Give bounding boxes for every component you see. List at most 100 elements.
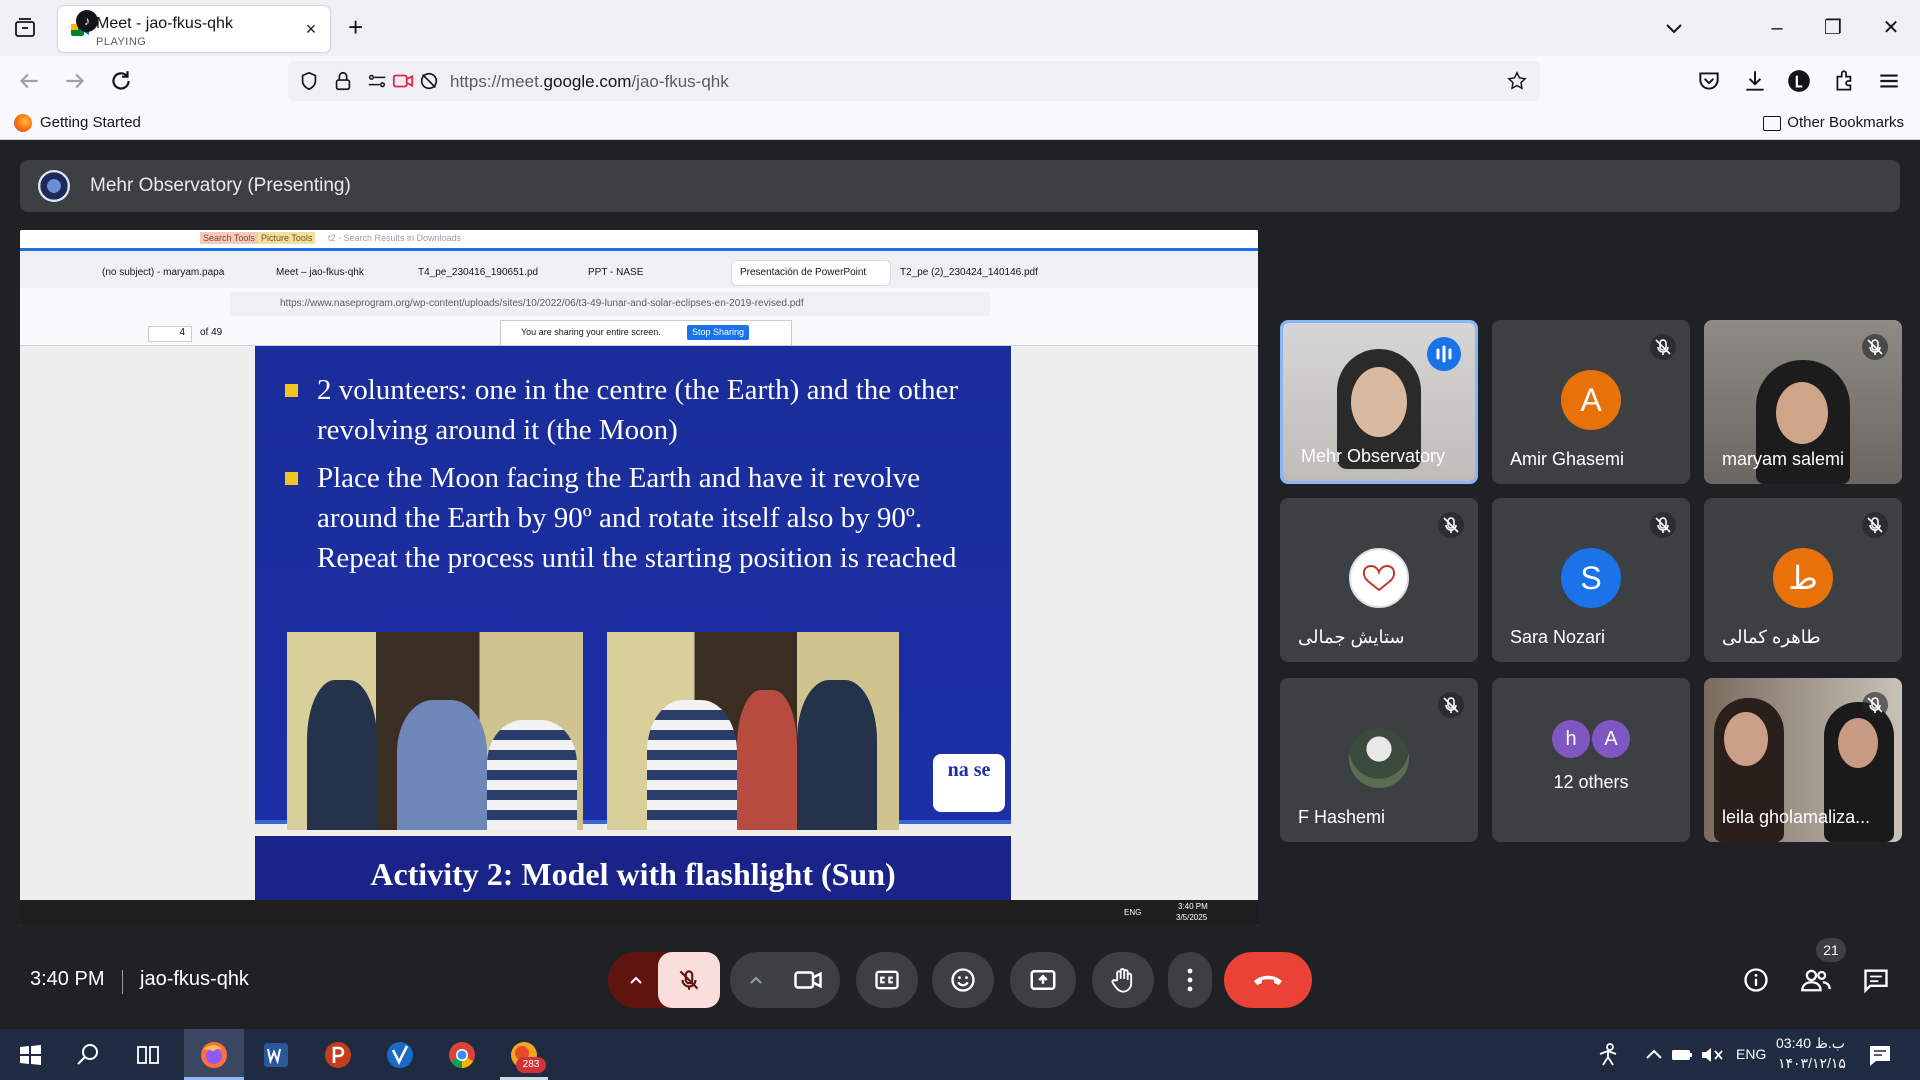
participant-avatar xyxy=(1349,548,1409,608)
slide-photo-1 xyxy=(287,632,583,830)
participant-count-badge: 21 xyxy=(1816,938,1846,962)
mic-off-icon xyxy=(1862,334,1888,360)
slide-page: 2 volunteers: one in the centre (the Ear… xyxy=(255,346,1011,830)
windows-start-icon[interactable] xyxy=(12,1037,48,1073)
star-bookmark-icon[interactable] xyxy=(1506,70,1528,92)
raise-hand-button[interactable] xyxy=(1092,952,1154,1008)
task-view-icon[interactable] xyxy=(130,1037,166,1073)
participant-tile[interactable]: A Amir Ghasemi xyxy=(1492,320,1690,484)
reload-icon[interactable] xyxy=(108,68,134,94)
pocket-icon[interactable] xyxy=(1696,68,1722,94)
clock-time[interactable]: 03:40 ب.ظ xyxy=(1776,1035,1845,1052)
participant-tile[interactable]: S Sara Nozari xyxy=(1492,498,1690,662)
sharing-notice: You are sharing your entire screen. Stop… xyxy=(500,320,792,346)
bookmark-getting-started[interactable]: Getting Started xyxy=(14,114,141,132)
bookmarks-toolbar: Getting Started Other Bookmarks xyxy=(0,106,1920,140)
hang-up-icon xyxy=(1254,975,1282,985)
camera-sharing-icon[interactable] xyxy=(392,70,414,92)
present-button[interactable] xyxy=(1010,952,1076,1008)
mic-off-icon xyxy=(1650,334,1676,360)
permissions-icon[interactable] xyxy=(366,70,388,92)
mic-toggle-button[interactable] xyxy=(658,952,720,1008)
tab-meet[interactable]: ♪ Meet - jao-fkus-qhk PLAYING × xyxy=(58,6,330,52)
chat-icon[interactable] xyxy=(1862,966,1890,994)
autoplay-blocked-icon[interactable] xyxy=(418,70,440,92)
audio-options-chevron-icon[interactable] xyxy=(626,970,646,990)
search-tools-label: Search Tools xyxy=(200,232,258,244)
participant-tile[interactable]: ستایش جمالی xyxy=(1280,498,1478,662)
shared-tab-strip: (no subject) - maryam.papa Meet – jao-fk… xyxy=(20,248,1258,288)
presenting-title: Mehr Observatory (Presenting) xyxy=(90,175,351,196)
accessibility-icon[interactable] xyxy=(1590,1037,1626,1073)
list-all-tabs-icon[interactable] xyxy=(12,16,38,40)
minimize-icon[interactable]: – xyxy=(1762,14,1792,42)
captions-icon xyxy=(875,970,899,990)
language-indicator[interactable]: ENG xyxy=(1736,1046,1766,1062)
window-close-icon[interactable]: ✕ xyxy=(1876,14,1906,42)
chrome-icon[interactable] xyxy=(444,1037,480,1073)
picture-tools-label: Picture Tools xyxy=(258,232,316,244)
shield-icon[interactable] xyxy=(298,70,320,92)
notifications-icon[interactable] xyxy=(1862,1037,1898,1073)
slide-bullet-1: 2 volunteers: one in the centre (the Ear… xyxy=(285,370,985,450)
video-options-chevron-icon[interactable] xyxy=(746,970,766,990)
vpn-app-icon[interactable] xyxy=(382,1037,418,1073)
more-options-button[interactable] xyxy=(1168,952,1212,1008)
close-icon[interactable]: × xyxy=(302,20,320,38)
hamburger-menu-icon[interactable] xyxy=(1876,68,1902,94)
participant-tile[interactable]: F Hashemi xyxy=(1280,678,1478,842)
mic-off-icon xyxy=(1438,692,1464,718)
mic-off-icon xyxy=(1650,512,1676,538)
speaking-indicator-icon xyxy=(1427,337,1461,371)
info-icon[interactable] xyxy=(1742,966,1770,994)
participant-avatar: ط xyxy=(1773,548,1833,608)
search-icon[interactable] xyxy=(70,1037,106,1073)
leave-call-button[interactable] xyxy=(1224,952,1312,1008)
word-icon[interactable] xyxy=(258,1037,294,1073)
slide-bullet-2: Place the Moon facing the Earth and have… xyxy=(285,458,985,578)
account-icon[interactable] xyxy=(1786,68,1812,94)
tab-subtitle: PLAYING xyxy=(96,36,147,48)
firefox-icon[interactable] xyxy=(196,1037,232,1073)
participant-tile[interactable]: ط طاهره کمالی xyxy=(1704,498,1902,662)
shared-taskbar-lang: ENG xyxy=(1124,908,1142,917)
new-tab-icon[interactable]: + xyxy=(348,14,363,40)
downloads-icon[interactable] xyxy=(1742,68,1768,94)
powerpoint-icon[interactable] xyxy=(320,1037,356,1073)
clock-date[interactable]: ۱۴۰۳/۱۲/۱۵ xyxy=(1778,1055,1846,1072)
speaker-playing-icon[interactable]: ♪ xyxy=(76,10,98,32)
participant-name: Amir Ghasemi xyxy=(1510,449,1625,469)
chevron-down-icon[interactable] xyxy=(1662,16,1686,40)
back-arrow-icon[interactable] xyxy=(16,68,42,94)
lock-icon[interactable] xyxy=(332,70,354,92)
others-avatar: h xyxy=(1552,720,1590,758)
address-bar[interactable]: https://meet.google.com/jao-fkus-qhk xyxy=(288,61,1540,101)
more-vert-icon xyxy=(1187,968,1193,992)
presenting-bar: Mehr Observatory (Presenting) xyxy=(20,160,1900,212)
participant-name: طاهره کمالی xyxy=(1722,627,1821,647)
participant-name: Mehr Observatory xyxy=(1301,446,1446,466)
url-text[interactable]: https://meet.google.com/jao-fkus-qhk xyxy=(450,72,729,92)
reactions-button[interactable] xyxy=(932,952,994,1008)
mic-off-icon xyxy=(1438,512,1464,538)
shared-screen[interactable]: Search Tools Picture Tools t2 - Search R… xyxy=(20,230,1258,926)
participant-tile[interactable]: leila gholamaliza... xyxy=(1704,678,1902,842)
forward-arrow-icon[interactable] xyxy=(62,68,88,94)
meet-stage: Mehr Observatory (Presenting) Search Too… xyxy=(0,140,1920,1029)
volume-muted-icon[interactable] xyxy=(1694,1037,1730,1073)
presenter-avatar xyxy=(38,170,70,202)
people-icon[interactable] xyxy=(1800,966,1832,994)
others-tile[interactable]: h A 12 others xyxy=(1492,678,1690,842)
pdf-page-total: of 49 xyxy=(200,327,223,338)
captions-button[interactable] xyxy=(856,952,918,1008)
navigation-bar: https://meet.google.com/jao-fkus-qhk xyxy=(0,56,1920,106)
other-bookmarks[interactable]: Other Bookmarks xyxy=(1763,114,1904,131)
camera-icon[interactable] xyxy=(793,965,823,995)
emoji-icon xyxy=(951,968,975,992)
restore-icon[interactable]: ❐ xyxy=(1818,14,1848,42)
present-screen-icon xyxy=(1030,970,1056,990)
extensions-icon[interactable] xyxy=(1832,68,1858,94)
participant-tile[interactable]: Mehr Observatory xyxy=(1280,320,1478,484)
shared-window-titlebar: Search Tools Picture Tools t2 - Search R… xyxy=(20,230,1258,248)
participant-tile[interactable]: maryam salemi xyxy=(1704,320,1902,484)
